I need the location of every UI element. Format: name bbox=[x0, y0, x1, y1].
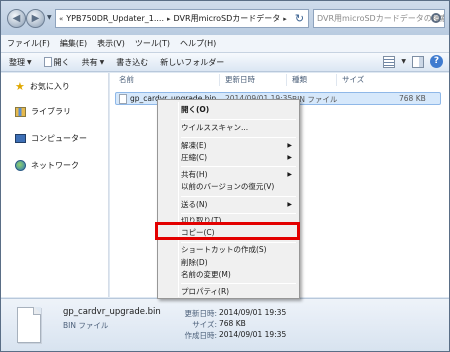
nav-computer-label: コンピューター bbox=[31, 134, 87, 143]
ctx-compress-label: 圧縮(C) bbox=[181, 153, 208, 162]
menu-help[interactable]: ヘルプ(H) bbox=[180, 38, 216, 49]
ctx-open[interactable]: 開く(O) bbox=[180, 102, 298, 117]
details-pane: gp_cardvr_upgrade.bin BIN ファイル 更新日時: 201… bbox=[1, 298, 449, 351]
ctx-extract-label: 解凍(E) bbox=[181, 141, 207, 150]
nav-favorites-label: お気に入り bbox=[29, 82, 70, 91]
menu-edit[interactable]: 編集(E) bbox=[60, 38, 87, 49]
details-created-value: 2014/09/01 19:35 bbox=[219, 330, 287, 339]
new-folder-button[interactable]: 新しいフォルダー bbox=[160, 57, 224, 68]
breadcrumb-parent[interactable]: YPB750DR_Updater_1.... bbox=[66, 14, 164, 23]
submenu-arrow-icon: ▶ bbox=[287, 201, 292, 208]
refresh-icon[interactable]: ↻ bbox=[291, 10, 308, 27]
nav-item-network[interactable]: ネットワーク bbox=[15, 160, 79, 171]
file-size: 768 KB bbox=[399, 94, 426, 103]
ctx-properties[interactable]: プロパティ(R) bbox=[180, 284, 298, 299]
address-box[interactable]: « YPB750DR_Updater_1.... ▸ DVR用microSDカー… bbox=[55, 9, 309, 28]
search-placeholder: DVR用microSDカードデータの検索 bbox=[317, 14, 445, 23]
details-modified-value: 2014/09/01 19:35 bbox=[219, 308, 287, 317]
column-divider[interactable] bbox=[286, 74, 287, 86]
column-header-date[interactable]: 更新日時 bbox=[225, 73, 255, 87]
burn-button[interactable]: 書き込む bbox=[116, 57, 148, 68]
ctx-share-label: 共有(H) bbox=[181, 170, 208, 179]
computer-icon bbox=[15, 134, 26, 143]
details-size-label: サイズ: bbox=[192, 320, 217, 329]
details-created-label: 作成日時: bbox=[184, 331, 217, 340]
new-folder-label: 新しいフォルダー bbox=[160, 57, 225, 67]
open-button[interactable]: 開く bbox=[43, 57, 70, 68]
ctx-virus-scan[interactable]: ウイルススキャン... bbox=[180, 120, 298, 135]
menu-view[interactable]: 表示(V) bbox=[97, 38, 125, 49]
ctx-open-label: 開く(O) bbox=[181, 105, 210, 114]
details-file-type: BIN ファイル bbox=[63, 321, 109, 330]
ctx-rename[interactable]: 名前の変更(M) bbox=[180, 267, 298, 282]
column-divider[interactable] bbox=[219, 74, 220, 86]
ctx-restore-previous[interactable]: 以前のバージョンの復元(V) bbox=[180, 179, 298, 194]
file-icon bbox=[119, 94, 127, 104]
ctx-restore-previous-label: 以前のバージョンの復元(V) bbox=[181, 182, 275, 191]
open-label: 開く bbox=[53, 57, 70, 67]
star-icon: ★ bbox=[15, 80, 25, 93]
nav-item-libraries[interactable]: ライブラリ bbox=[15, 106, 71, 117]
ctx-delete-label: 削除(D) bbox=[181, 258, 208, 267]
menu-file[interactable]: ファイル(F) bbox=[7, 38, 50, 49]
navigation-pane: ★ お気に入り ライブラリ コンピューター ネットワーク bbox=[1, 73, 109, 297]
address-bar-row: ◀ ▶ ▼ « YPB750DR_Updater_1.... ▸ DVR用mic… bbox=[1, 1, 449, 35]
nav-network-label: ネットワーク bbox=[31, 161, 79, 170]
chevron-right-icon[interactable]: ▸ bbox=[167, 15, 171, 23]
details-modified-label: 更新日時: bbox=[184, 309, 217, 318]
ctx-properties-label: プロパティ(R) bbox=[181, 287, 230, 296]
breadcrumb-overflow-icon[interactable]: « bbox=[59, 15, 63, 23]
nav-libraries-label: ライブラリ bbox=[31, 107, 71, 116]
context-menu-gutter bbox=[178, 102, 179, 297]
column-header-size[interactable]: サイズ bbox=[342, 73, 364, 87]
submenu-arrow-icon: ▶ bbox=[287, 154, 292, 161]
details-file-name: gp_cardvr_upgrade.bin bbox=[63, 307, 161, 317]
ctx-send-to-label: 送る(N) bbox=[181, 200, 208, 209]
view-options-icon[interactable] bbox=[383, 55, 396, 68]
preview-pane-icon[interactable] bbox=[412, 55, 424, 68]
breadcrumb-current[interactable]: DVR用microSDカードデータ bbox=[174, 13, 281, 24]
back-button[interactable]: ◀ bbox=[7, 9, 26, 28]
nav-item-favorites[interactable]: ★ お気に入り bbox=[15, 80, 70, 93]
chevron-down-icon: ▼ bbox=[99, 58, 105, 66]
toolbar-right-group: ▼ ? bbox=[383, 55, 443, 68]
recent-pages-dropdown[interactable]: ▼ bbox=[47, 14, 55, 22]
chevron-right-icon[interactable]: ▸ bbox=[283, 15, 287, 23]
document-icon bbox=[43, 57, 52, 67]
ctx-create-shortcut-label: ショートカットの作成(S) bbox=[181, 245, 267, 254]
column-divider[interactable] bbox=[336, 74, 337, 86]
chevron-down-icon[interactable]: ▼ bbox=[401, 58, 406, 65]
help-icon[interactable]: ? bbox=[430, 55, 443, 68]
forward-button[interactable]: ▶ bbox=[26, 9, 45, 28]
nav-item-computer[interactable]: コンピューター bbox=[15, 133, 87, 144]
file-thumbnail-icon bbox=[17, 307, 41, 343]
share-button[interactable]: 共有 ▼ bbox=[82, 57, 105, 68]
share-label: 共有 bbox=[81, 57, 98, 67]
ctx-rename-label: 名前の変更(M) bbox=[181, 270, 231, 279]
column-header-type[interactable]: 種類 bbox=[292, 73, 307, 87]
ctx-virus-scan-label: ウイルススキャン... bbox=[181, 123, 249, 132]
details-size-value: 768 KB bbox=[219, 319, 246, 328]
organize-button[interactable]: 整理 ▼ bbox=[9, 57, 32, 68]
network-icon bbox=[15, 160, 26, 171]
menu-bar: ファイル(F) 編集(E) 表示(V) ツール(T) ヘルプ(H) bbox=[1, 35, 449, 53]
copy-highlight-annotation bbox=[155, 222, 300, 240]
organize-label: 整理 bbox=[9, 57, 25, 67]
search-icon[interactable] bbox=[431, 13, 441, 23]
context-menu: 開く(O) ウイルススキャン... 解凍(E) ▶ 圧縮(C) ▶ 共有(H) ▶ 以… bbox=[157, 99, 300, 299]
column-header-name[interactable]: 名前 bbox=[119, 73, 134, 87]
ctx-compress[interactable]: 圧縮(C) ▶ bbox=[180, 150, 298, 165]
chevron-down-icon: ▼ bbox=[27, 58, 32, 66]
command-bar: 整理 ▼ 開く 共有 ▼ 書き込む 新しいフォルダー ▼ ? bbox=[1, 53, 449, 72]
ctx-send-to[interactable]: 送る(N) ▶ bbox=[180, 197, 298, 212]
menu-tools[interactable]: ツール(T) bbox=[135, 38, 170, 49]
burn-label: 書き込む bbox=[116, 57, 149, 67]
search-input[interactable]: DVR用microSDカードデータの検索 bbox=[313, 9, 445, 28]
library-icon bbox=[15, 106, 26, 117]
